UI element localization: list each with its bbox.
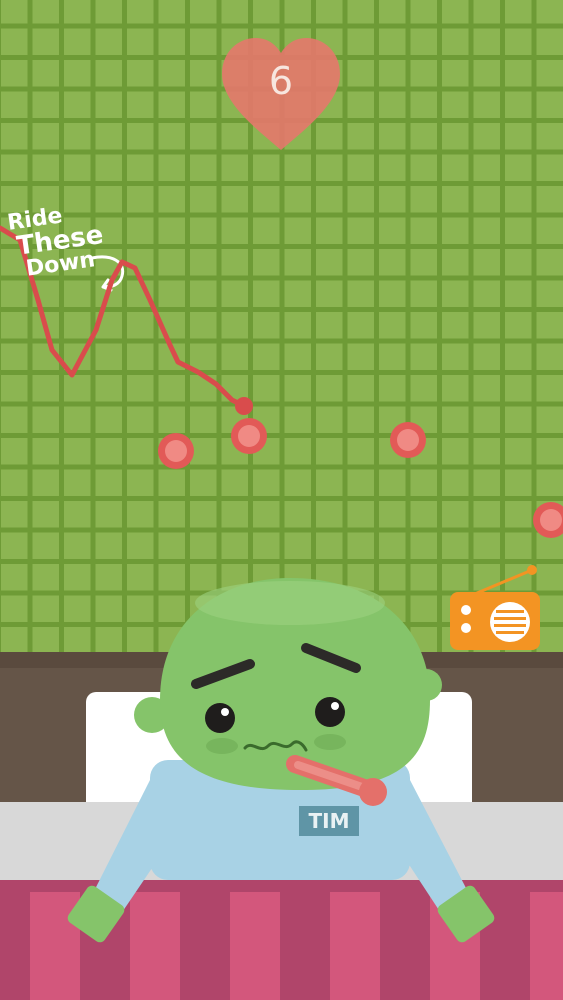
target-dot[interactable] bbox=[390, 422, 426, 458]
head-highlight bbox=[195, 581, 385, 625]
target-dot[interactable] bbox=[158, 433, 194, 469]
name-tag: TIM bbox=[299, 806, 359, 836]
left-eye bbox=[205, 703, 235, 733]
score-counter: 6 bbox=[268, 59, 294, 103]
ride-these-down-hint: Ride These Down bbox=[6, 199, 105, 283]
right-eye bbox=[315, 697, 345, 727]
target-dot[interactable] bbox=[231, 418, 267, 454]
game-scene[interactable] bbox=[0, 0, 563, 1000]
path-head-dot bbox=[235, 397, 253, 415]
